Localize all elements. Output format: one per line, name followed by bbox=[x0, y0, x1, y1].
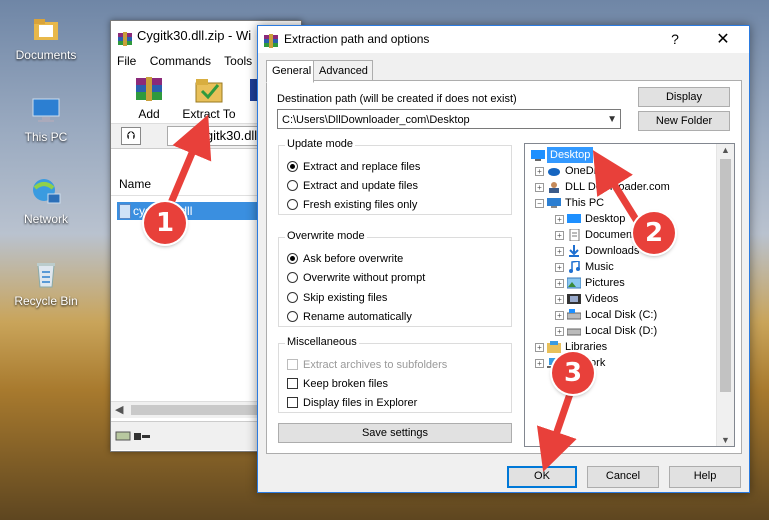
step-badge-3: 3 bbox=[552, 352, 594, 394]
step-badge-1: 1 bbox=[144, 202, 186, 244]
step-badge-2: 2 bbox=[633, 212, 675, 254]
arrow-1 bbox=[164, 114, 212, 212]
arrow-3 bbox=[536, 386, 577, 472]
arrow-2 bbox=[592, 150, 643, 228]
annotation-arrows bbox=[164, 114, 643, 472]
